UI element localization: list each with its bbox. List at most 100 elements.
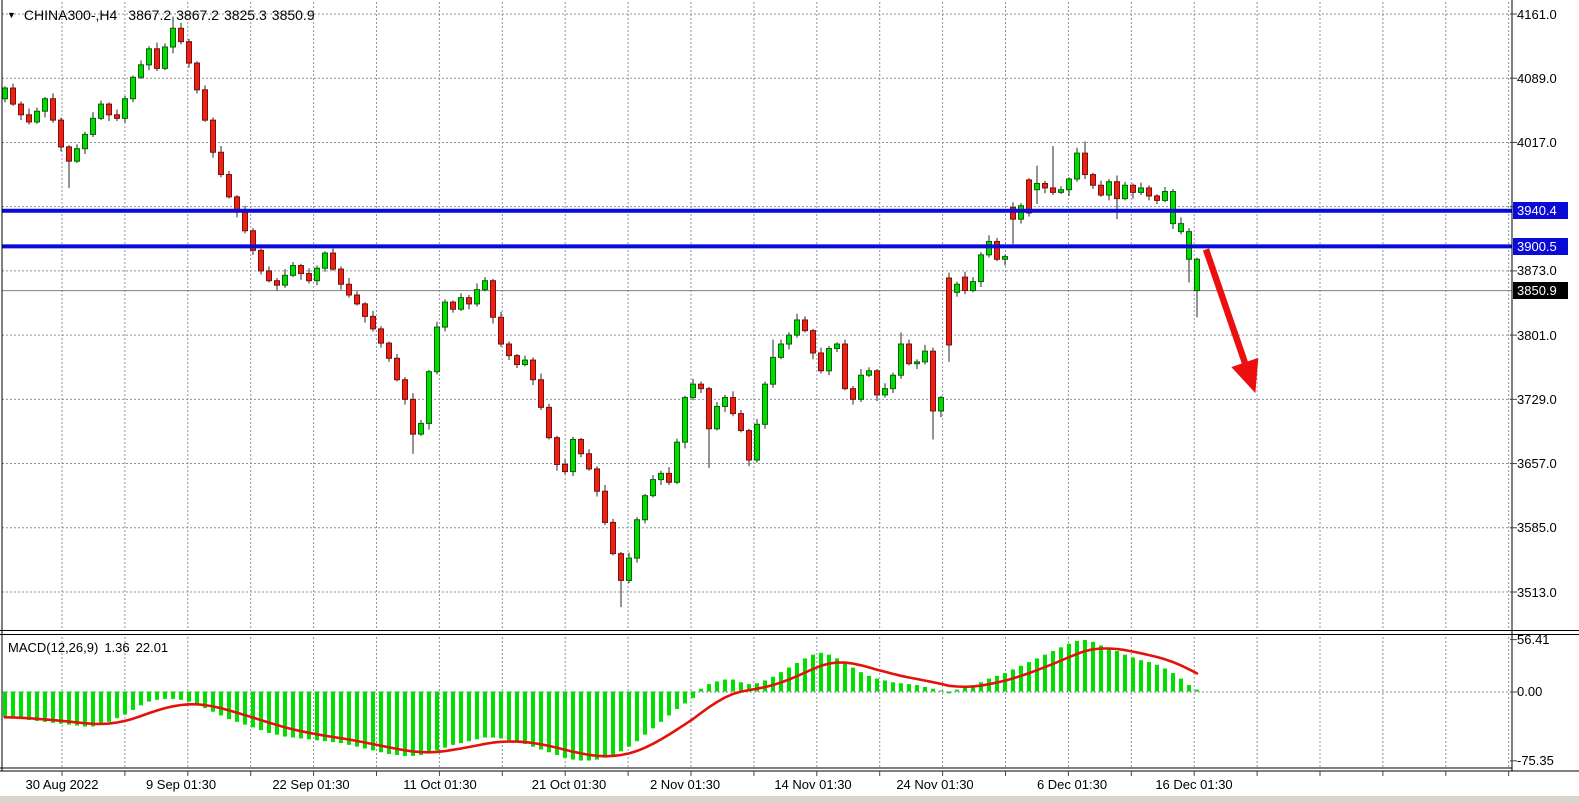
symbol-dropdown-icon[interactable]: ▼ xyxy=(7,10,16,20)
macd-histogram-bar xyxy=(531,692,535,747)
macd-histogram-bar xyxy=(363,692,367,749)
macd-histogram-bar xyxy=(419,692,423,755)
macd-histogram-bar xyxy=(211,692,215,712)
macd-histogram-bar xyxy=(1099,646,1103,692)
macd-histogram-bar xyxy=(371,692,375,751)
bear-candle xyxy=(1099,185,1104,195)
horizontal-line-object[interactable] xyxy=(2,244,1512,248)
price-axis-label: 3657.0 xyxy=(1517,456,1557,471)
bull-candle xyxy=(315,268,320,280)
macd-histogram-bar xyxy=(451,692,455,745)
pane-splitter-top[interactable] xyxy=(0,630,1579,631)
bull-candle xyxy=(635,520,640,558)
bear-candle xyxy=(371,316,376,328)
trend-arrow[interactable] xyxy=(1206,249,1252,383)
horizontal-line-object[interactable] xyxy=(2,209,1512,213)
bear-candle xyxy=(331,253,336,269)
macd-histogram-bar xyxy=(483,692,487,738)
macd-histogram-bar xyxy=(99,692,103,725)
macd-histogram-bar xyxy=(1123,655,1127,692)
macd-histogram-bar xyxy=(1195,690,1199,692)
bear-candle xyxy=(547,407,552,437)
bear-candle xyxy=(931,351,936,411)
macd-histogram-bar xyxy=(1019,666,1023,692)
bull-candle xyxy=(123,99,128,119)
bull-candle xyxy=(419,423,424,434)
macd-histogram-bar xyxy=(1155,665,1159,692)
macd-histogram-bar xyxy=(139,692,143,706)
macd-histogram-bar xyxy=(1107,648,1111,691)
macd-histogram-bar xyxy=(539,692,543,750)
macd-histogram-bar xyxy=(1059,647,1063,691)
bull-candle xyxy=(867,371,872,375)
macd-histogram-bar xyxy=(947,692,951,694)
macd-histogram-bar xyxy=(611,692,615,755)
bull-candle xyxy=(859,375,864,399)
bull-candle xyxy=(883,389,888,395)
bear-candle xyxy=(259,250,264,271)
bear-candle xyxy=(995,241,1000,259)
bull-candle xyxy=(75,149,80,161)
macd-histogram-bar xyxy=(259,692,263,731)
macd-histogram-bar xyxy=(619,692,623,752)
macd-histogram-bar xyxy=(923,687,927,692)
macd-histogram-bar xyxy=(515,692,519,743)
macd-histogram-bar xyxy=(179,692,183,700)
macd-histogram-bar xyxy=(155,692,159,700)
bull-candle xyxy=(939,398,944,411)
bull-candle xyxy=(523,360,528,364)
macd-histogram-bar xyxy=(443,692,447,748)
bear-candle xyxy=(1155,196,1160,200)
macd-histogram-bar xyxy=(507,692,511,741)
bull-candle xyxy=(1195,259,1200,290)
macd-histogram-bar xyxy=(35,692,39,721)
price-axis-label: 4161.0 xyxy=(1517,7,1557,22)
price-axis-label: 4089.0 xyxy=(1517,71,1557,86)
macd-histogram-bar xyxy=(731,680,735,692)
bear-candle xyxy=(195,63,200,90)
macd-histogram-bar xyxy=(435,692,439,751)
current-price-badge: 3850.9 xyxy=(1513,282,1568,299)
bear-candle xyxy=(243,211,248,231)
bear-candle xyxy=(1091,175,1096,186)
macd-histogram-bar xyxy=(627,692,631,747)
bear-candle xyxy=(275,281,280,285)
time-axis-label: 14 Nov 01:30 xyxy=(774,777,851,792)
macd-histogram-bar xyxy=(83,692,87,727)
macd-histogram-bar xyxy=(571,692,575,760)
bull-candle xyxy=(171,28,176,47)
macd-histogram-bar xyxy=(1163,669,1167,692)
bear-candle xyxy=(299,266,304,274)
macd-histogram-bar xyxy=(475,692,479,740)
bear-candle xyxy=(667,473,672,482)
macd-histogram-bar xyxy=(235,692,239,722)
macd-histogram-bar xyxy=(67,692,71,725)
hline-price-badge-lower[interactable]: 3900.5 xyxy=(1513,238,1568,255)
macd-histogram-bar xyxy=(595,692,599,760)
pane-splitter-bottom[interactable] xyxy=(0,634,1579,635)
chart-canvas[interactable] xyxy=(0,0,1579,803)
bull-candle xyxy=(83,134,88,148)
macd-histogram-bar xyxy=(171,692,175,699)
macd-histogram-bar xyxy=(19,692,23,720)
bull-candle xyxy=(891,375,896,388)
bull-candle xyxy=(971,282,976,291)
bull-candle xyxy=(691,384,696,397)
macd-histogram-bar xyxy=(827,655,831,692)
macd-histogram-bar xyxy=(3,692,7,718)
bear-candle xyxy=(875,371,880,395)
macd-histogram-bar xyxy=(339,692,343,744)
bull-candle xyxy=(899,344,904,375)
hline-price-badge-upper[interactable]: 3940.4 xyxy=(1513,202,1568,219)
time-axis-label: 2 Nov 01:30 xyxy=(650,777,720,792)
bull-candle xyxy=(1163,192,1168,201)
bear-candle xyxy=(11,88,16,104)
bear-candle xyxy=(115,115,120,119)
bear-candle xyxy=(59,120,64,147)
macd-histogram-bar xyxy=(603,692,607,758)
macd-histogram-bar xyxy=(699,689,703,692)
macd-histogram-bar xyxy=(187,692,191,702)
bear-candle xyxy=(1043,183,1048,187)
macd-histogram-bar xyxy=(811,655,815,692)
macd-histogram-bar xyxy=(1075,641,1079,692)
